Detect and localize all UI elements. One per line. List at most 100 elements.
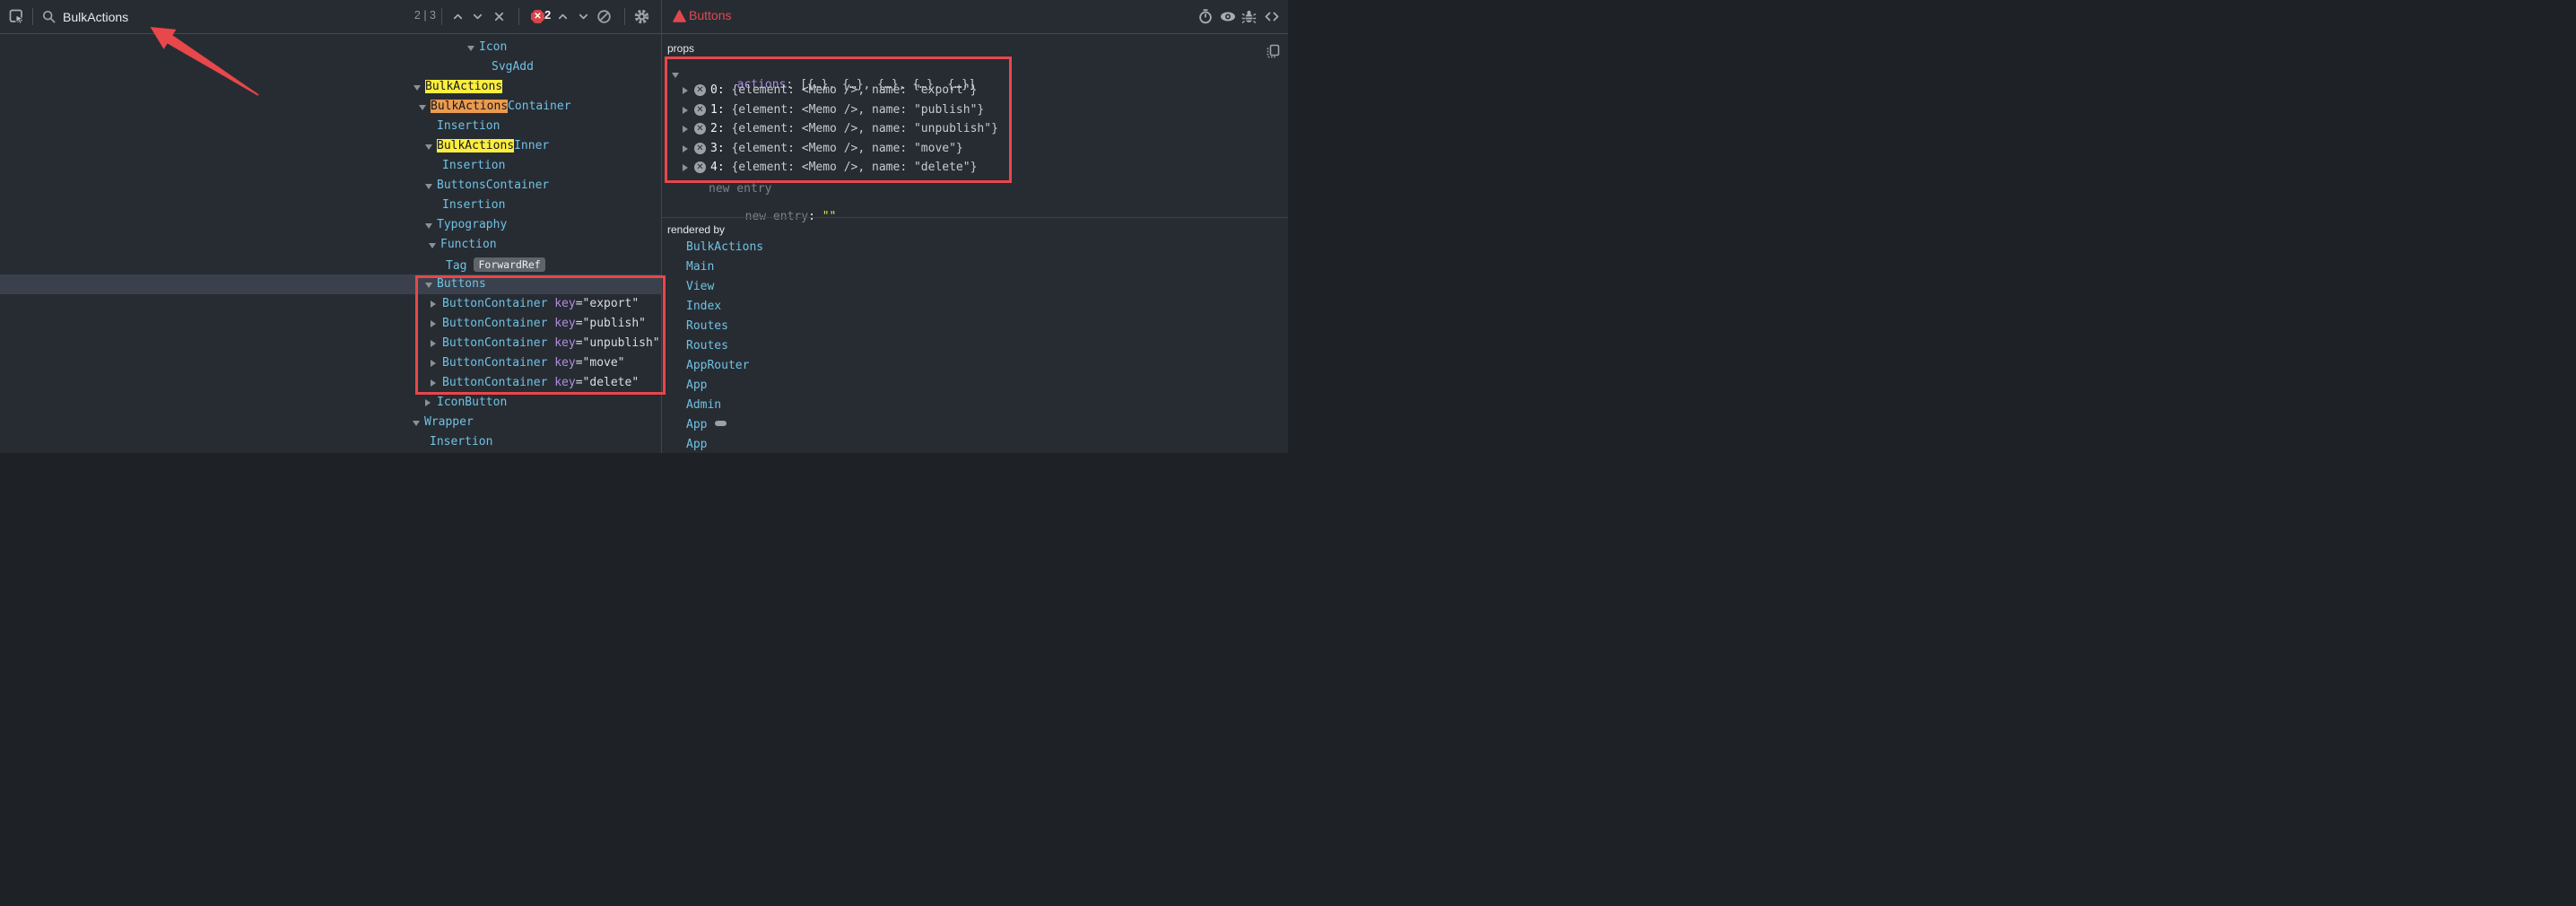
tree-row-buttons[interactable]: Buttons: [0, 274, 661, 294]
collapse-arrow-icon[interactable]: [425, 144, 432, 150]
expand-arrow-icon[interactable]: [683, 126, 688, 133]
component-name: Insertion: [442, 159, 505, 172]
tree-row-bulkactions[interactable]: BulkActions: [0, 77, 661, 97]
rendered-by-item-admin[interactable]: Admin: [686, 398, 721, 418]
tree-row-iconbutton[interactable]: IconButton: [0, 393, 661, 413]
tree-row-buttoncontainer-delete[interactable]: ButtonContainer key="delete": [0, 373, 661, 393]
chevron-down-icon: [471, 10, 484, 23]
collapse-arrow-icon[interactable]: [419, 105, 426, 110]
expand-arrow-icon[interactable]: [431, 379, 436, 387]
previous-result-button[interactable]: [451, 10, 465, 23]
rendered-by-item-app[interactable]: App: [686, 379, 707, 398]
collapse-arrow-icon[interactable]: [425, 184, 432, 189]
tree-row-function[interactable]: Function: [0, 235, 661, 255]
tree-row-insertion[interactable]: Insertion: [0, 156, 661, 176]
next-result-button[interactable]: [471, 10, 484, 23]
expand-arrow-icon[interactable]: [683, 87, 688, 94]
tree-row-buttoncontainer-export[interactable]: ButtonContainer key="export": [0, 294, 661, 314]
rendered-by-item-main[interactable]: Main: [686, 260, 714, 280]
expand-arrow-icon[interactable]: [683, 164, 688, 171]
component-name: ButtonContainer key="delete": [442, 376, 639, 389]
tree-row-insertion[interactable]: Insertion: [0, 196, 661, 215]
component-name: BulkActions: [425, 80, 502, 93]
collapse-arrow-icon[interactable]: [425, 283, 432, 288]
tree-row-insertion[interactable]: Insertion: [0, 117, 661, 136]
expand-arrow-icon[interactable]: [425, 399, 431, 406]
previous-error-button[interactable]: [556, 10, 570, 23]
tree-row-typography[interactable]: Typography: [0, 215, 661, 235]
entry-index: 4:: [710, 161, 725, 174]
tree-row-buttoncontainer-unpublish[interactable]: ButtonContainer key="unpublish": [0, 334, 661, 353]
expand-arrow-icon[interactable]: [431, 301, 436, 308]
toolbar: 2 | 3 ✕ 2: [0, 0, 1288, 34]
log-to-console-button[interactable]: [1241, 9, 1257, 24]
tree-row-buttoncontainer-move[interactable]: ButtonContainer key="move": [0, 353, 661, 373]
collapse-arrow-icon[interactable]: [467, 46, 474, 51]
entry-value: {element: <Memo />, name: "move"}: [725, 142, 963, 155]
tree-row-tag[interactable]: TagForwardRef: [0, 255, 661, 274]
props-entry-row[interactable]: ✕2: {element: <Memo />, name: "unpublish…: [662, 119, 1288, 139]
key-attribute-name: key: [547, 317, 575, 330]
expand-arrow-icon[interactable]: [431, 340, 436, 347]
entry-value: {element: <Memo />, name: "export"}: [725, 83, 978, 97]
rendered-by-item-app[interactable]: App: [686, 438, 707, 453]
search-result-count: 2 | 3: [402, 9, 436, 22]
delete-entry-icon[interactable]: ✕: [694, 104, 706, 116]
rendered-by-item-approuter[interactable]: AppRouter: [686, 359, 749, 379]
pane-divider[interactable]: [661, 0, 662, 453]
tree-row-svgadd[interactable]: SvgAdd: [0, 57, 661, 77]
expand-arrow-icon[interactable]: [431, 360, 436, 367]
tree-row-wrapper[interactable]: Wrapper: [0, 413, 661, 432]
inspected-element-pane: props actions: [{…}, {…}, {…}, {…}, {…}]…: [662, 34, 1288, 453]
expand-arrow-icon[interactable]: [683, 145, 688, 152]
entry-index: 3:: [710, 142, 725, 155]
expand-arrow-icon[interactable]: [683, 107, 688, 114]
collapse-arrow-icon[interactable]: [425, 223, 432, 229]
collapse-arrow-icon[interactable]: [429, 243, 436, 248]
props-row-actions[interactable]: actions: [{…}, {…}, {…}, {…}, {…}]: [662, 62, 1288, 82]
chevron-up-icon: [556, 10, 570, 23]
collapse-arrow-icon[interactable]: [413, 421, 420, 426]
collapse-arrow-icon[interactable]: [672, 73, 679, 78]
component-name: IconButton: [437, 396, 507, 409]
toolbar-divider: [624, 8, 625, 25]
collapse-arrow-icon[interactable]: [413, 85, 421, 91]
rendered-by-item-view[interactable]: View: [686, 280, 714, 300]
tree-row-bulkactionsinner[interactable]: BulkActionsInner: [0, 136, 661, 156]
tree-row-bulkactionscontainer[interactable]: BulkActionsContainer: [0, 97, 661, 117]
props-entry-row[interactable]: ✕4: {element: <Memo />, name: "delete"}: [662, 158, 1288, 178]
expand-arrow-icon[interactable]: [431, 320, 436, 327]
view-source-button[interactable]: [1264, 9, 1279, 24]
clear-search-button[interactable]: [492, 10, 506, 23]
tree-row-insertion[interactable]: Insertion: [0, 432, 661, 452]
key-attribute-value: ="unpublish": [576, 336, 660, 350]
clear-errors-button[interactable]: [596, 9, 612, 24]
tree-row-buttoncontainer-publish[interactable]: ButtonContainer key="publish": [0, 314, 661, 334]
delete-entry-icon[interactable]: ✕: [694, 123, 706, 135]
props-new-entry-row[interactable]: new entry: "": [662, 194, 1288, 213]
inspect-dom-button[interactable]: [1220, 9, 1235, 24]
props-entry-row[interactable]: ✕0: {element: <Memo />, name: "export"}: [662, 81, 1288, 100]
rendered-by-item-routes[interactable]: Routes: [686, 319, 728, 339]
tree-row-icon[interactable]: Icon: [0, 38, 661, 57]
entry-index: 2:: [710, 122, 725, 135]
delete-entry-icon[interactable]: ✕: [694, 84, 706, 96]
search-match: BulkActions: [425, 80, 502, 93]
rendered-by-item-index[interactable]: Index: [686, 300, 721, 319]
inspect-element-button[interactable]: [9, 9, 24, 24]
props-entry-row[interactable]: ✕1: {element: <Memo />, name: "publish"}: [662, 100, 1288, 120]
settings-button[interactable]: [634, 9, 649, 24]
delete-entry-icon[interactable]: ✕: [694, 161, 706, 173]
delete-entry-icon[interactable]: ✕: [694, 143, 706, 154]
copy-props-button[interactable]: [1266, 44, 1280, 58]
component-tree-pane: IconSvgAdd BulkActions BulkActionsContaine…: [0, 34, 661, 453]
tree-row-buttonscontainer[interactable]: ButtonsContainer: [0, 176, 661, 196]
rendered-by-item-bulkactions[interactable]: BulkActions: [686, 240, 763, 260]
component-name: Wrapper: [424, 415, 474, 429]
next-error-button[interactable]: [577, 10, 590, 23]
props-entry-row[interactable]: ✕ 3: {element: <Memo />, name: "move"}: [662, 139, 1288, 159]
rendered-by-item-routes[interactable]: Routes: [686, 339, 728, 359]
search-input[interactable]: [61, 5, 334, 29]
rendered-by-item-app[interactable]: App: [686, 418, 727, 438]
suspend-component-button[interactable]: [1198, 9, 1214, 24]
